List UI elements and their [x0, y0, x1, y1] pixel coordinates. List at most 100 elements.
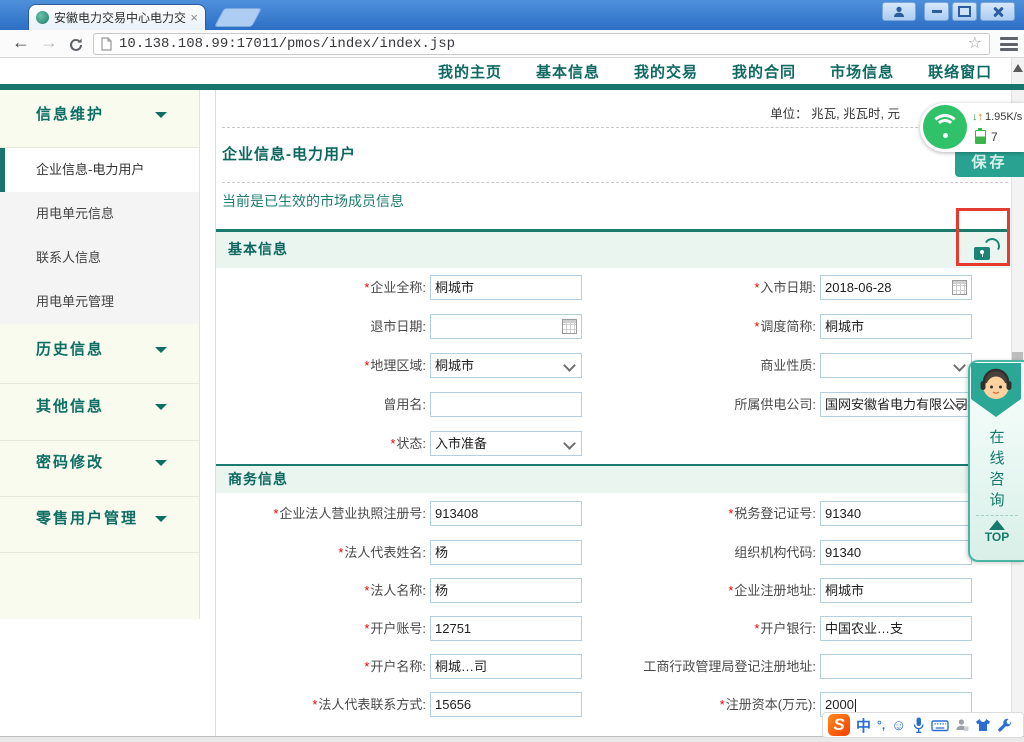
- company-name-label: *企业全称:: [222, 275, 426, 300]
- divider: [0, 383, 199, 384]
- chevron-down-icon: [155, 460, 167, 466]
- minimize-icon: [932, 10, 942, 13]
- calendar-icon[interactable]: [952, 280, 967, 295]
- org-code-label: 组织机构代码:: [560, 540, 816, 565]
- org-code-input[interactable]: 91340: [820, 540, 972, 565]
- market-exit-date-label: 退市日期:: [222, 314, 426, 339]
- sidebar-item-contact-info[interactable]: 联系人信息: [0, 236, 199, 280]
- tab-close-icon[interactable]: ×: [190, 11, 198, 24]
- text-cursor: [855, 699, 856, 713]
- url-text[interactable]: 10.138.108.99:17011/pmos/index/index.jsp: [119, 36, 968, 52]
- person-icon: [892, 5, 906, 19]
- chevron-down-icon: [155, 516, 167, 522]
- divider: [222, 127, 1008, 128]
- network-speed-widget[interactable]: ↓↑1.95K/s 7: [920, 103, 1024, 152]
- keyboard-icon[interactable]: [931, 718, 949, 733]
- url-bar[interactable]: 10.138.108.99:17011/pmos/index/index.jsp…: [93, 33, 990, 55]
- company-address-input[interactable]: 桐城市: [820, 578, 972, 603]
- site-favicon-icon: [36, 11, 49, 24]
- market-entry-date-label: *入市日期:: [560, 275, 816, 300]
- sidebar-group-history[interactable]: 历史信息: [36, 338, 104, 359]
- section-title: 基本信息: [228, 241, 288, 257]
- active-tab-indicator: [561, 84, 575, 90]
- user-settings-icon[interactable]: [955, 718, 969, 732]
- market-entry-date-input[interactable]: 2018-06-28: [820, 275, 972, 300]
- nav-item-home[interactable]: 我的主页: [438, 61, 502, 82]
- sidebar-item-power-unit-manage[interactable]: 用电单元管理: [0, 280, 199, 324]
- business-nature-select[interactable]: [820, 353, 972, 378]
- minimize-button[interactable]: [924, 2, 949, 21]
- power-company-label: 所属供电公司:: [560, 392, 816, 417]
- emoji-icon[interactable]: ☺: [891, 717, 906, 734]
- divider: [976, 515, 1018, 516]
- online-consult-widget[interactable]: 在线咨询 TOP: [968, 360, 1024, 562]
- red-highlight-box: [956, 208, 1010, 266]
- app-top-nav: 我的主页 基本信息 我的交易 我的合同 市场信息 联络窗口: [438, 58, 992, 84]
- nav-item-my-contracts[interactable]: 我的合同: [732, 61, 796, 82]
- legal-rep-name-label: *法人代表姓名:: [222, 540, 426, 565]
- skin-shirt-icon[interactable]: [975, 718, 991, 732]
- scroll-top-label[interactable]: TOP: [970, 530, 1024, 544]
- sidebar-group-other[interactable]: 其他信息: [36, 395, 104, 416]
- power-company-select[interactable]: 国网安徽省电力有限公司安: [820, 392, 972, 417]
- forward-button[interactable]: →: [40, 32, 58, 53]
- nav-item-market-info[interactable]: 市场信息: [830, 61, 894, 82]
- divider: [0, 440, 199, 441]
- ime-toolbar[interactable]: S 中 °, ☺: [822, 712, 1024, 738]
- tax-reg-input[interactable]: 91340: [820, 501, 972, 526]
- sidebar-group-password[interactable]: 密码修改: [36, 451, 104, 472]
- divider: [0, 552, 199, 553]
- legal-person-label: *法人名称:: [222, 578, 426, 603]
- bank-account-label: *开户账号:: [222, 616, 426, 641]
- content-left-border: [215, 90, 216, 736]
- sidebar-item-power-unit-info[interactable]: 用电单元信息: [0, 192, 199, 236]
- browser-menu-button[interactable]: [1000, 37, 1018, 51]
- status-note: 当前是已生效的市场成员信息: [222, 191, 404, 211]
- restore-button[interactable]: [952, 2, 977, 21]
- chevron-down-icon: [155, 347, 167, 353]
- profile-button[interactable]: [882, 2, 916, 21]
- business-nature-label: 商业性质:: [560, 353, 816, 378]
- save-button[interactable]: 保存: [955, 149, 1024, 177]
- page-title: 企业信息-电力用户: [222, 143, 356, 164]
- bank-name-input[interactable]: 中国农业…支: [820, 616, 972, 641]
- nav-item-my-trades[interactable]: 我的交易: [634, 61, 698, 82]
- sidebar: 信息维护 企业信息-电力用户 用电单元信息 联系人信息 用电单元管理 历史信息 …: [0, 90, 200, 619]
- chevron-down-icon: [563, 437, 576, 450]
- scrollbar-up-arrow-icon[interactable]: [1013, 64, 1023, 72]
- business-license-label: *企业法人营业执照注册号:: [222, 501, 426, 526]
- wrench-settings-icon[interactable]: [997, 718, 1012, 733]
- dispatch-name-input[interactable]: 桐城市: [820, 314, 972, 339]
- ime-punctuation-toggle[interactable]: °,: [877, 718, 885, 732]
- sidebar-group-retail-users[interactable]: 零售用户管理: [36, 507, 138, 528]
- browser-tab[interactable]: 安徽电力交易中心电力交 ×: [28, 4, 206, 30]
- legal-rep-contact-label: *法人代表联系方式:: [222, 692, 426, 717]
- battery-icon: [975, 130, 986, 144]
- consult-vertical-label[interactable]: 在线咨询: [990, 427, 1005, 511]
- status-select[interactable]: 入市准备: [430, 431, 582, 456]
- bookmark-star-icon[interactable]: ☆: [968, 36, 982, 52]
- sogou-logo-icon[interactable]: S: [828, 714, 850, 736]
- sidebar-item-company-info[interactable]: 企业信息-电力用户: [0, 148, 199, 192]
- wifi-icon: [923, 105, 967, 149]
- window-titlebar: 安徽电力交易中心电力交 ×: [0, 0, 1024, 30]
- nav-item-contact[interactable]: 联络窗口: [928, 61, 992, 82]
- customer-service-avatar: [970, 362, 1022, 418]
- ime-language-mode[interactable]: 中: [856, 715, 871, 736]
- microphone-icon[interactable]: [912, 717, 925, 734]
- tax-reg-label: *税务登记证号:: [560, 501, 816, 526]
- scroll-top-arrow-icon[interactable]: [989, 520, 1005, 530]
- close-icon: [992, 6, 1004, 18]
- chevron-down-icon: [155, 404, 167, 410]
- nav-item-basic-info[interactable]: 基本信息: [536, 61, 600, 82]
- industry-admin-address-label: 工商行政管理局登记注册地址:: [560, 654, 816, 679]
- industry-admin-address-input[interactable]: [820, 654, 972, 679]
- registered-capital-label: *注册资本(万元):: [560, 692, 816, 717]
- sidebar-group-info-maintain[interactable]: 信息维护: [36, 103, 104, 124]
- close-button[interactable]: [980, 2, 1015, 21]
- back-button[interactable]: ←: [12, 32, 30, 53]
- new-tab-button[interactable]: [214, 8, 262, 27]
- reload-button[interactable]: [68, 37, 84, 58]
- nav-divider-bar: [0, 84, 1024, 90]
- divider: [0, 496, 199, 497]
